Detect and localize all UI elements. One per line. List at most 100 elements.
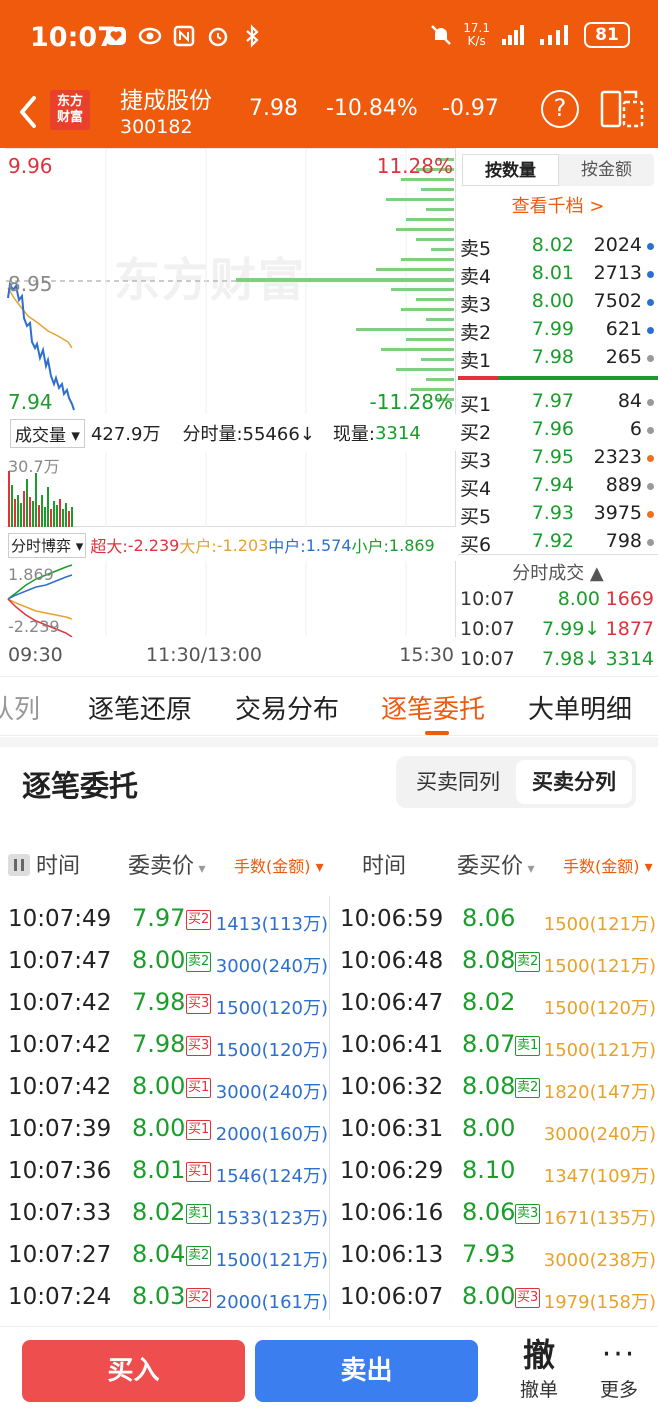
order-quantity: 1500(120万) — [215, 998, 328, 1019]
sell-order-row: 10:07:49 7.97 买2 1413(113万) — [0, 898, 330, 940]
buy-order-row: 10:06:31 8.00 3000(240万) — [332, 1108, 658, 1150]
order-dot-icon — [647, 299, 654, 306]
sell-button[interactable]: 卖出 — [255, 1340, 478, 1402]
order-depth-bars — [236, 158, 454, 401]
ask-level-1[interactable]: 卖1 7.98 265 — [458, 344, 658, 372]
order-quantity: 2000(160万) — [215, 1124, 328, 1145]
buy-order-row: 10:06:29 8.10 1347(109万) — [332, 1150, 658, 1192]
bid-level-3[interactable]: 买3 7.95 2323 — [458, 444, 658, 472]
volume-max-label: 30.7万 — [8, 457, 60, 476]
tab-trade-distribution[interactable]: 交易分布 — [235, 689, 339, 726]
sell-order-row: 10:07:42 8.00 买1 3000(240万) — [0, 1066, 330, 1108]
order-price: 8.02 — [132, 1198, 186, 1226]
order-dot-icon — [647, 327, 654, 334]
order-quantity: 1671(135万) — [543, 1208, 656, 1229]
tab-tick-orders[interactable]: 逐笔委托 — [381, 689, 485, 726]
sell-order-row: 10:07:24 8.03 买2 2000(161万) — [0, 1276, 330, 1318]
order-level-tag: 买3 — [186, 994, 212, 1014]
back-arrow-icon[interactable] — [14, 92, 42, 132]
more-dots-icon: ··· — [601, 1337, 637, 1372]
order-book: 按数量 按金额 查看千档 > 卖5 8.02 2024 卖4 8.01 2713… — [458, 148, 658, 674]
sell-order-row: 10:07:36 8.01 买1 1546(124万) — [0, 1150, 330, 1192]
order-price: 8.02 — [462, 988, 516, 1016]
view-thousand-levels-link[interactable]: 查看千档 > — [458, 192, 658, 218]
landscape-switch-icon[interactable] — [600, 88, 644, 130]
order-price: 7.98 — [132, 1030, 186, 1058]
volume-selector[interactable]: 成交量 ▾ — [10, 418, 85, 448]
heart-icon — [106, 27, 126, 45]
cancel-order-button[interactable]: 撤 撤单 — [510, 1335, 568, 1402]
order-time: 10:07:36 — [8, 1158, 112, 1184]
bid-level-6[interactable]: 买6 7.92 798 — [458, 528, 658, 556]
col-sell-price[interactable]: 委卖价 ▾ — [128, 848, 206, 880]
battery-icon: 81 — [584, 22, 630, 48]
order-time: 10:06:59 — [340, 906, 444, 932]
tick-trades-header[interactable]: 分时成交 ▲ — [458, 554, 658, 584]
buy-order-row: 10:06:47 8.02 1500(120万) — [332, 982, 658, 1024]
flow-super: -2.239 — [127, 535, 180, 555]
current-price: 7.98 — [249, 96, 298, 121]
sell-order-row: 10:07:27 8.04 卖2 1500(121万) — [0, 1234, 330, 1276]
col-qty-right[interactable]: 手数(金额) ▾ — [563, 853, 653, 877]
bid-level-5[interactable]: 买5 7.93 3975 — [458, 500, 658, 528]
order-price: 8.10 — [462, 1156, 516, 1184]
status-icons — [104, 24, 264, 48]
flow-large: -1.203 — [216, 535, 269, 555]
sell-order-row: 10:07:47 8.00 卖2 3000(240万) — [0, 940, 330, 982]
order-time: 10:07:42 — [8, 1032, 112, 1058]
ask-level-4[interactable]: 卖4 8.01 2713 — [458, 260, 658, 288]
volume-info-bar: 成交量 ▾ 427.9万 分时量:55466↓ 现量: 3314 — [6, 416, 456, 450]
col-qty-left[interactable]: 手数(金额) ▾ — [234, 853, 324, 877]
order-price: 8.06 — [462, 904, 516, 932]
tab-by-quantity[interactable]: 按数量 — [462, 154, 559, 186]
bid-level-2[interactable]: 买2 7.96 6 — [458, 416, 658, 444]
section-title: 逐笔委托 — [22, 769, 139, 803]
tick-volume: 分时量:55466↓ — [182, 424, 315, 445]
order-price: 8.03 — [132, 1282, 186, 1310]
pct-low-label: -11.28% — [369, 390, 453, 414]
buy-sell-ratio-bar — [458, 376, 658, 380]
flow-max-label: 1.869 — [8, 565, 54, 584]
capital-flow-chart: 1.869 -2.239 — [6, 561, 456, 638]
flow-small: 1.869 — [388, 535, 435, 555]
ask-level-3[interactable]: 卖3 8.00 7502 — [458, 288, 658, 316]
current-volume-label: 现量: — [332, 424, 375, 445]
ask-level-5[interactable]: 卖5 8.02 2024 — [458, 232, 658, 260]
pause-icon[interactable] — [8, 854, 30, 876]
col-time-right: 时间 — [362, 854, 407, 879]
order-time: 10:06:07 — [340, 1284, 444, 1310]
bid-level-4[interactable]: 买4 7.94 889 — [458, 472, 658, 500]
tab-queue[interactable]: 队列 — [0, 689, 40, 726]
order-level-tag: 卖2 — [186, 952, 212, 972]
order-time: 10:06:48 — [340, 948, 444, 974]
col-buy-price[interactable]: 委买价 ▾ — [457, 848, 535, 880]
help-icon[interactable]: ? — [541, 90, 579, 128]
order-dot-icon — [647, 483, 654, 490]
flow-super-label: 超大: — [90, 537, 128, 556]
tab-tick-restore[interactable]: 逐笔还原 — [88, 689, 192, 726]
order-quantity: 1546(124万) — [215, 1166, 328, 1187]
order-level-tag: 买1 — [186, 1162, 212, 1182]
order-quantity: 1347(109万) — [543, 1166, 656, 1187]
order-level-tag: 卖1 — [186, 1204, 212, 1224]
intraday-chart[interactable]: 东方财富 9.96 8.95 7.94 11.28% -11.28% — [6, 148, 456, 414]
buy-order-row: 10:06:32 8.08 卖2 1820(147万) — [332, 1066, 658, 1108]
bid-level-1[interactable]: 买1 7.97 84 — [458, 388, 658, 416]
order-time: 10:06:31 — [340, 1116, 444, 1142]
order-quantity: 3000(240万) — [543, 1124, 656, 1145]
same-column-button[interactable]: 买卖同列 — [400, 760, 516, 804]
order-dot-icon — [647, 427, 654, 434]
tab-large-orders[interactable]: 大单明细 — [528, 689, 632, 726]
buy-button[interactable]: 买入 — [22, 1340, 245, 1402]
tick-trade-row: 10:07 8.00 1669 — [460, 588, 654, 610]
tab-by-amount[interactable]: 按金额 — [559, 154, 654, 186]
flow-medium: 1.574 — [305, 535, 352, 555]
nfc-icon — [173, 25, 195, 47]
flow-selector[interactable]: 分时博弈 ▾ — [8, 532, 87, 558]
order-quantity: 3000(240万) — [215, 956, 328, 977]
more-button[interactable]: ··· 更多 — [592, 1335, 646, 1402]
layout-toggle: 买卖同列 买卖分列 — [396, 756, 636, 808]
ask-level-2[interactable]: 卖2 7.99 621 — [458, 316, 658, 344]
order-time: 10:07:33 — [8, 1200, 112, 1226]
split-column-button[interactable]: 买卖分列 — [516, 760, 632, 804]
